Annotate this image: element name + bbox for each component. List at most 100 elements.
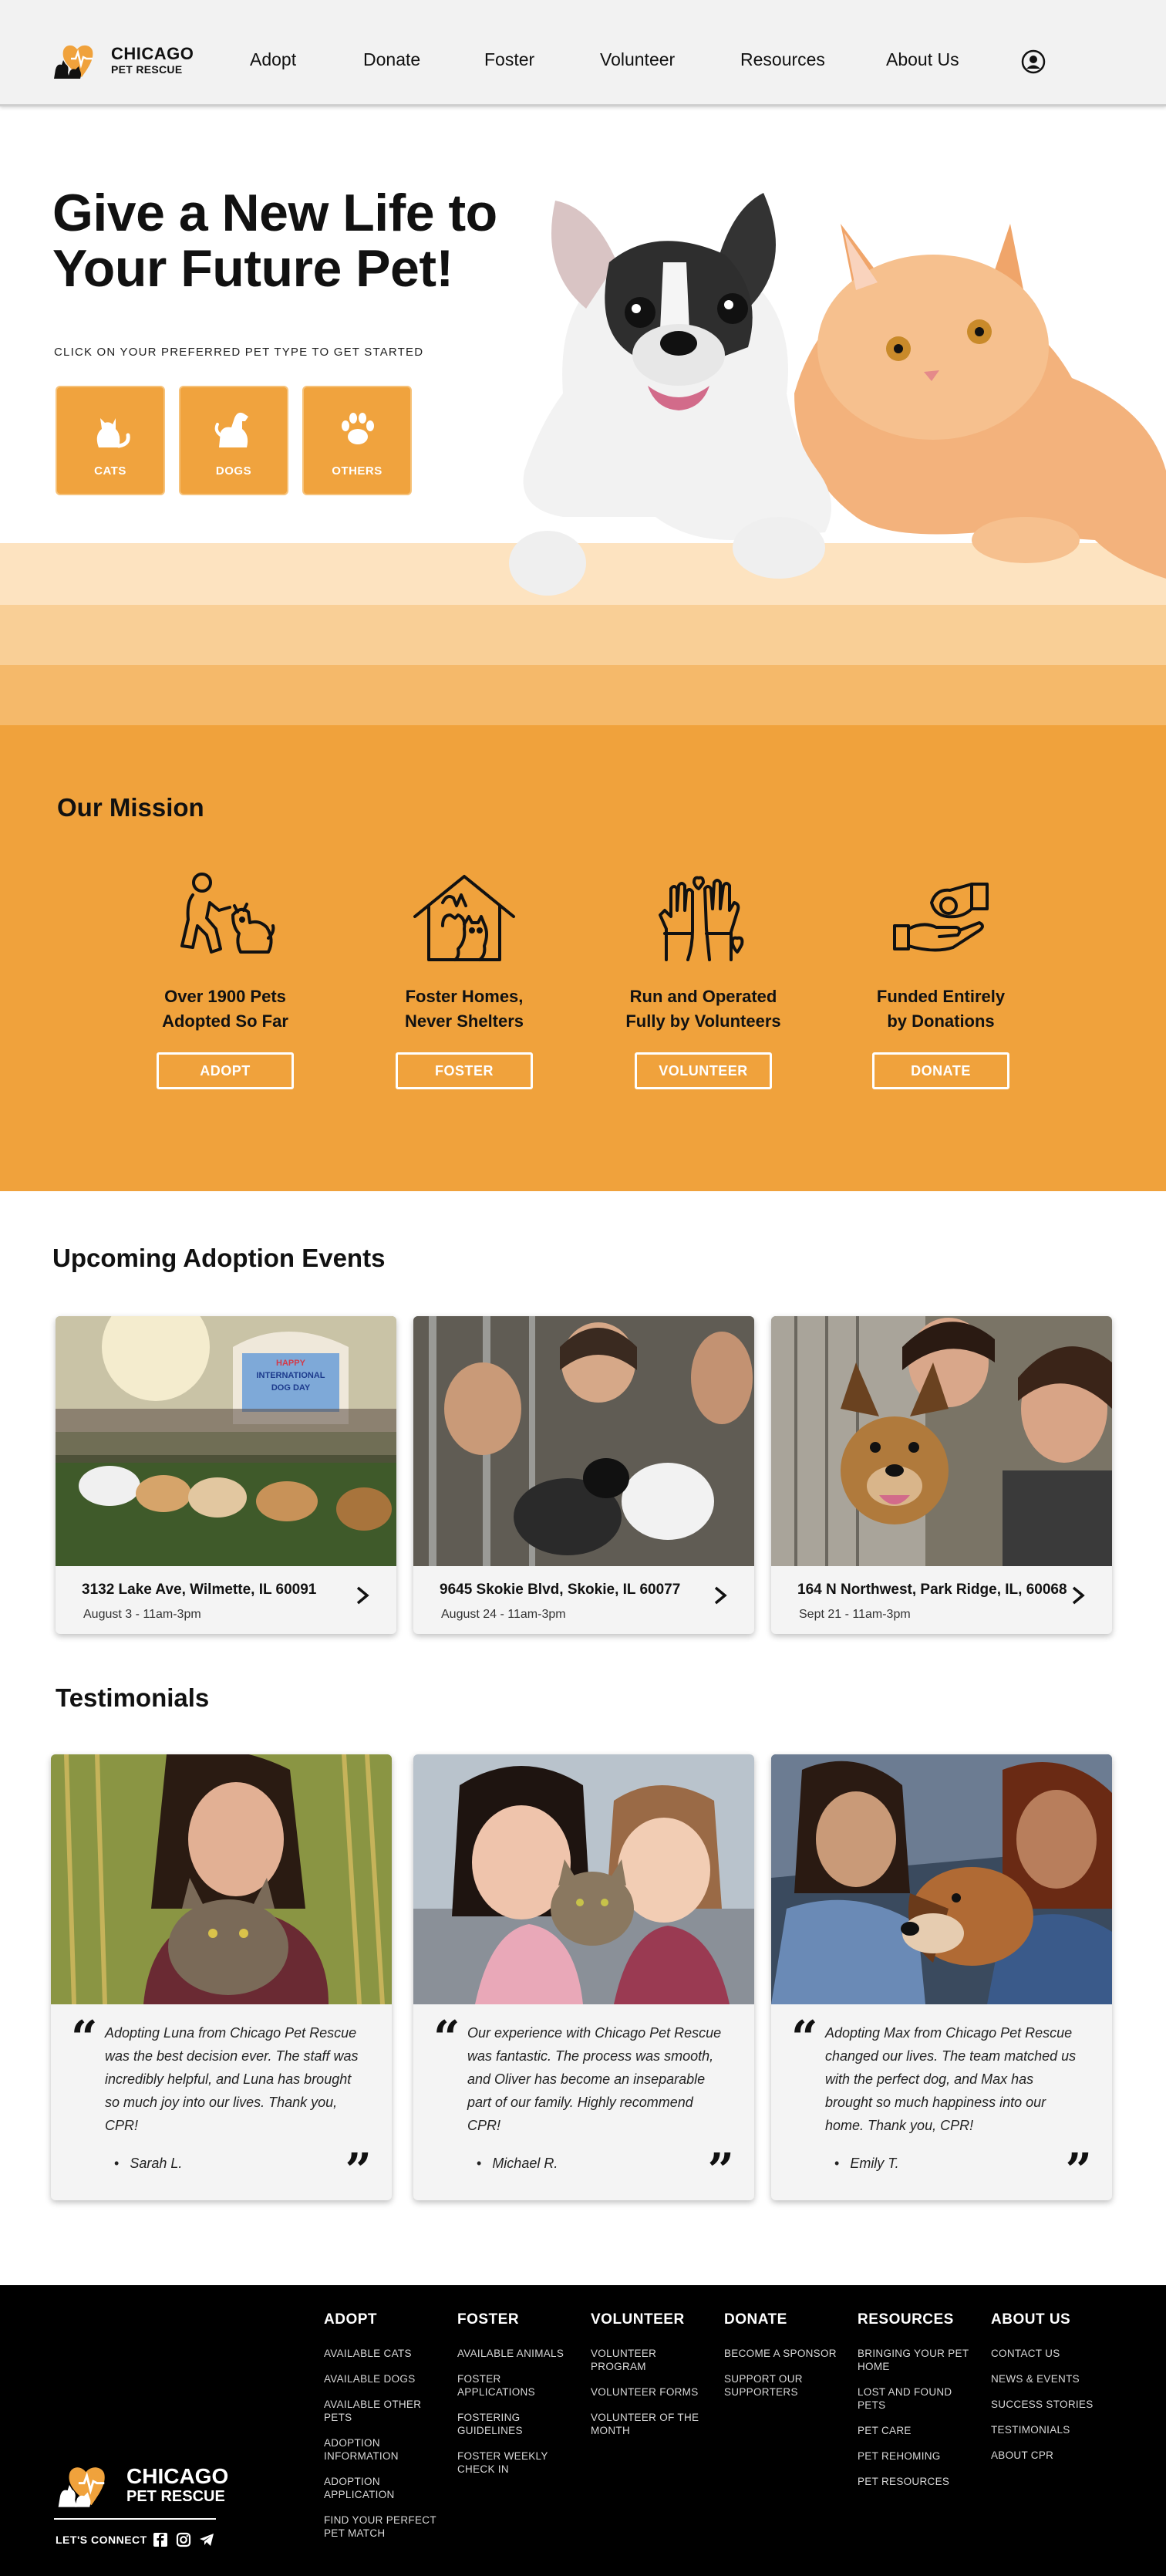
- footer-heading[interactable]: DONATE: [724, 2311, 840, 2328]
- footer-link[interactable]: ADOPTION APPLICATION: [324, 2475, 440, 2501]
- logo-line1: CHICAGO: [111, 44, 194, 63]
- footer-link[interactable]: AVAILABLE ANIMALS: [457, 2347, 573, 2360]
- nav-volunteer[interactable]: Volunteer: [600, 49, 675, 70]
- hero-stripe-dark: [0, 665, 1166, 725]
- mission-text: Run and Operated Fully by Volunteers: [611, 984, 796, 1034]
- footer-column-adopt: ADOPT AVAILABLE CATS AVAILABLE DOGS AVAI…: [324, 2311, 440, 2552]
- footer-link[interactable]: BECOME A SPONSOR: [724, 2347, 840, 2360]
- footer-column-foster: FOSTER AVAILABLE ANIMALS FOSTER APPLICAT…: [457, 2311, 573, 2488]
- footer-column-volunteer: VOLUNTEER VOLUNTEER PROGRAM VOLUNTEER FO…: [591, 2311, 706, 2449]
- footer-link[interactable]: SUCCESS STORIES: [991, 2398, 1107, 2411]
- cat-icon: [96, 418, 130, 448]
- mission-item-foster: Foster Homes, Never Shelters FOSTER: [372, 872, 557, 1089]
- donate-button[interactable]: DONATE: [872, 1052, 1009, 1089]
- footer-link[interactable]: VOLUNTEER PROGRAM: [591, 2347, 706, 2373]
- pet-type-label: DOGS: [215, 464, 252, 478]
- instagram-icon[interactable]: [176, 2532, 191, 2547]
- nav-adopt[interactable]: Adopt: [250, 49, 296, 70]
- footer-heading[interactable]: ABOUT US: [991, 2311, 1107, 2328]
- event-card[interactable]: 164 N Northwest, Park Ridge, IL, 60068 S…: [771, 1316, 1112, 1634]
- footer-link[interactable]: FOSTER WEEKLY CHECK IN: [457, 2449, 573, 2476]
- mission-text: Over 1900 Pets Adopted So Far: [133, 984, 318, 1034]
- mission-item-donate: Funded Entirely by Donations DONATE: [848, 872, 1033, 1089]
- pet-type-others-button[interactable]: OTHERS: [302, 386, 412, 495]
- chevron-right-icon[interactable]: [1069, 1583, 1087, 1608]
- footer-link[interactable]: FOSTER APPLICATIONS: [457, 2372, 573, 2399]
- logo-line2: PET RESCUE: [111, 63, 183, 76]
- footer-logo[interactable]: CHICAGO PET RESCUE: [54, 2461, 228, 2509]
- footer-link[interactable]: PET REHOMING: [858, 2449, 973, 2463]
- site-logo[interactable]: CHICAGO PET RESCUE: [51, 40, 194, 80]
- mission-text: Foster Homes, Never Shelters: [372, 984, 557, 1034]
- close-quote-icon: ”: [707, 2144, 734, 2198]
- mission-text-line1: Foster Homes,: [405, 987, 524, 1006]
- dog-icon: [214, 412, 248, 447]
- event-date: August 24 - 11am-3pm: [441, 1608, 566, 1621]
- facebook-icon[interactable]: [153, 2532, 168, 2547]
- telegram-icon[interactable]: [199, 2532, 214, 2547]
- nav-resources[interactable]: Resources: [740, 49, 825, 70]
- footer-link[interactable]: CONTACT US: [991, 2347, 1107, 2360]
- foster-button[interactable]: FOSTER: [396, 1052, 533, 1089]
- logo-heart-paw-icon: [58, 2467, 105, 2507]
- mission-text-line2: Adopted So Far: [162, 1011, 288, 1031]
- nav-donate[interactable]: Donate: [363, 49, 420, 70]
- footer-column-about-us: ABOUT US CONTACT US NEWS & EVENTS SUCCES…: [991, 2311, 1107, 2474]
- pet-type-dogs-button[interactable]: DOGS: [179, 386, 288, 495]
- footer-link[interactable]: BRINGING YOUR PET HOME: [858, 2347, 973, 2373]
- pet-type-label: CATS: [94, 464, 126, 478]
- footer-heading[interactable]: FOSTER: [457, 2311, 573, 2328]
- footer-link[interactable]: AVAILABLE OTHER PETS: [324, 2398, 440, 2424]
- testimonial-quote: Adopting Luna from Chicago Pet Rescue wa…: [105, 2025, 359, 2133]
- footer-logo-line2: PET RESCUE: [126, 2488, 225, 2505]
- footer-link[interactable]: PET RESOURCES: [858, 2475, 973, 2488]
- footer-heading[interactable]: ADOPT: [324, 2311, 440, 2328]
- nav-about-us[interactable]: About Us: [886, 49, 959, 70]
- mission-text-line1: Funded Entirely: [876, 987, 1006, 1006]
- dog-day-event-photo: HAPPY INTERNATIONAL DOG DAY: [56, 1316, 396, 1566]
- chevron-right-icon[interactable]: [711, 1583, 730, 1608]
- banner-line3: DOG DAY: [271, 1383, 311, 1393]
- pet-type-cats-button[interactable]: CATS: [56, 386, 165, 495]
- user-circle-icon[interactable]: [1021, 49, 1046, 74]
- mission-item-volunteer: Run and Operated Fully by Volunteers VOL…: [611, 872, 796, 1089]
- footer-link[interactable]: AVAILABLE DOGS: [324, 2372, 440, 2385]
- footer-logo-line1: CHICAGO: [126, 2464, 229, 2488]
- footer-link[interactable]: SUPPORT OUR SUPPORTERS: [724, 2372, 840, 2399]
- adopt-button[interactable]: ADOPT: [157, 1052, 294, 1089]
- nav-foster[interactable]: Foster: [484, 49, 534, 70]
- events-title: Upcoming Adoption Events: [52, 1244, 386, 1272]
- footer-link[interactable]: LOST AND FOUND PETS: [858, 2385, 973, 2412]
- house-with-pets-icon: [413, 875, 515, 961]
- dog-and-cat-photo: [509, 193, 1166, 596]
- footer-heading[interactable]: RESOURCES: [858, 2311, 973, 2328]
- close-quote-icon: ”: [1065, 2144, 1092, 2198]
- raised-hands-icon: [659, 876, 744, 961]
- event-card[interactable]: 9645 Skokie Blvd, Skokie, IL 60077 Augus…: [413, 1316, 754, 1634]
- mission-text-line2: by Donations: [887, 1011, 995, 1031]
- footer-link[interactable]: FIND YOUR PERFECT PET MATCH: [324, 2514, 440, 2540]
- footer-link[interactable]: FOSTERING GUIDELINES: [457, 2411, 573, 2437]
- chevron-right-icon[interactable]: [353, 1583, 372, 1608]
- footer-link[interactable]: TESTIMONIALS: [991, 2423, 1107, 2436]
- footer-column-resources: RESOURCES BRINGING YOUR PET HOME LOST AN…: [858, 2311, 973, 2500]
- footer-link[interactable]: PET CARE: [858, 2424, 973, 2437]
- footer-link[interactable]: NEWS & EVENTS: [991, 2372, 1107, 2385]
- open-quote-icon: “: [791, 2011, 818, 2065]
- shelter-volunteers-photo: [413, 1316, 754, 1566]
- footer-link[interactable]: AVAILABLE CATS: [324, 2347, 440, 2360]
- event-card[interactable]: HAPPY INTERNATIONAL DOG DAY 3132 Lake Av…: [56, 1316, 396, 1634]
- footer-heading[interactable]: VOLUNTEER: [591, 2311, 706, 2328]
- hero-subtitle: CLICK ON YOUR PREFERRED PET TYPE TO GET …: [54, 346, 424, 359]
- site-footer: ADOPT AVAILABLE CATS AVAILABLE DOGS AVAI…: [0, 2285, 1166, 2576]
- footer-link[interactable]: VOLUNTEER FORMS: [591, 2385, 706, 2399]
- footer-link[interactable]: VOLUNTEER OF THE MONTH: [591, 2411, 706, 2437]
- open-quote-icon: “: [433, 2011, 460, 2065]
- mother-daughter-with-cat-photo: [413, 1754, 754, 2004]
- testimonial-author: Sarah L.: [114, 2156, 182, 2172]
- volunteer-button[interactable]: VOLUNTEER: [635, 1052, 772, 1089]
- footer-link[interactable]: ADOPTION INFORMATION: [324, 2436, 440, 2463]
- footer-link[interactable]: ABOUT CPR: [991, 2449, 1107, 2462]
- testimonial-card: “ Adopting Luna from Chicago Pet Rescue …: [51, 1754, 392, 2200]
- testimonial-quote: Our experience with Chicago Pet Rescue w…: [467, 2025, 722, 2133]
